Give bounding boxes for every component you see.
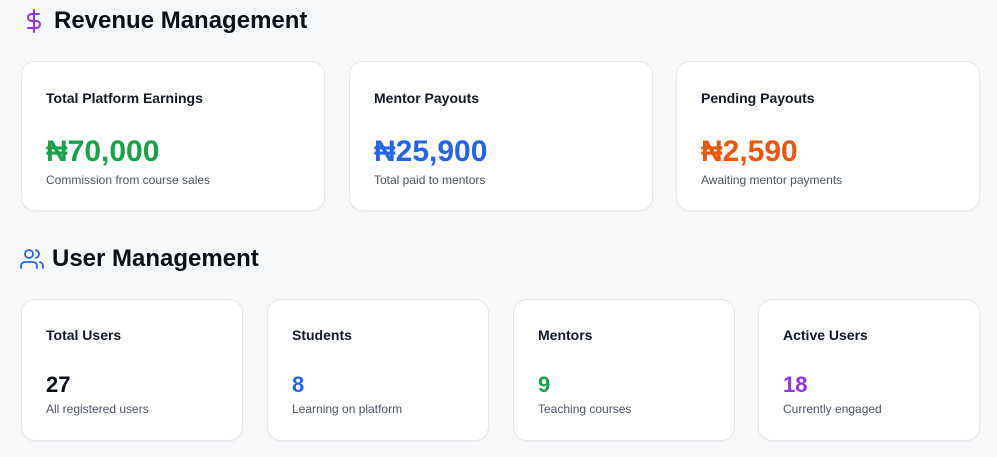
card-label: Total Platform Earnings [46, 90, 203, 106]
pending-payouts-card: Pending Payouts ₦2,590 Awaiting mentor p… [676, 61, 980, 211]
card-label: Students [292, 327, 352, 343]
card-value: ₦25,900 [374, 135, 488, 168]
user-section-title: User Management [20, 245, 259, 273]
students-card: Students 8 Learning on platform [267, 299, 489, 441]
user-title-text: User Management [52, 245, 259, 272]
mentors-card: Mentors 9 Teaching courses [513, 299, 735, 441]
card-value: ₦2,590 [701, 135, 798, 168]
card-value: ₦70,000 [46, 135, 160, 168]
card-subtitle: Teaching courses [538, 402, 632, 416]
total-users-card: Total Users 27 All registered users [21, 299, 243, 441]
active-users-card: Active Users 18 Currently engaged [758, 299, 980, 441]
card-label: Total Users [46, 327, 122, 343]
users-icon [20, 247, 44, 271]
total-platform-earnings-card: Total Platform Earnings ₦70,000 Commissi… [21, 61, 325, 211]
card-value: 18 [783, 372, 808, 397]
dollar-sign-icon [22, 9, 46, 33]
card-subtitle: Total paid to mentors [374, 173, 486, 187]
card-value: 8 [292, 372, 305, 397]
revenue-title-text: Revenue Management [54, 7, 308, 34]
revenue-section-title: Revenue Management [22, 7, 307, 35]
card-label: Pending Payouts [701, 90, 815, 106]
card-value: 27 [46, 372, 71, 397]
card-subtitle: Commission from course sales [46, 173, 211, 187]
card-subtitle: Learning on platform [292, 402, 403, 416]
card-subtitle: Currently engaged [783, 402, 882, 416]
card-label: Mentor Payouts [374, 90, 480, 106]
card-subtitle: All registered users [46, 402, 149, 416]
card-value: 9 [538, 372, 551, 397]
card-label: Active Users [783, 327, 868, 343]
card-label: Mentors [538, 327, 593, 343]
card-subtitle: Awaiting mentor payments [701, 173, 843, 187]
mentor-payouts-card: Mentor Payouts ₦25,900 Total paid to men… [349, 61, 653, 211]
